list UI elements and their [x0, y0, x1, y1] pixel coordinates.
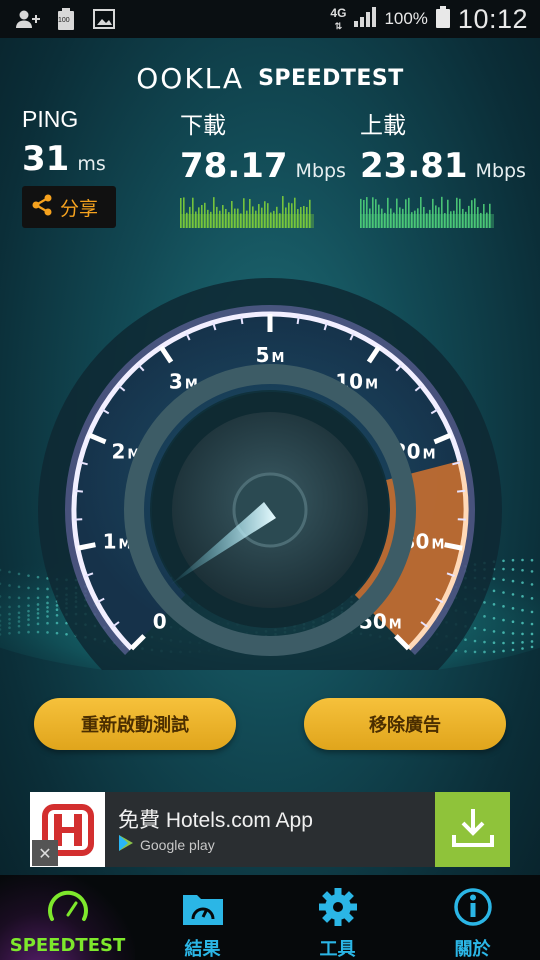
gauge-tick-label: 0 [153, 609, 167, 633]
app-title: SPEEDTEST [258, 65, 404, 91]
download-icon [450, 805, 496, 855]
ad-close-button[interactable]: ✕ [32, 840, 58, 866]
clock: 10:12 [457, 3, 528, 34]
ad-download-button[interactable] [435, 792, 510, 867]
nav-item-results[interactable]: 結果 [135, 875, 270, 960]
add-contact-icon [16, 8, 40, 30]
upload-sparkline [360, 196, 494, 228]
status-bar: 100 4G ⇅ 100% 10:12 [0, 0, 540, 38]
battery-status-label: 100 [58, 17, 70, 24]
nav-label-results: 結果 [184, 939, 221, 960]
bottom-nav: SPEEDTEST 結果 工具 關於 [0, 875, 540, 960]
gauge-minor-tick [240, 315, 244, 325]
image-icon [92, 8, 116, 30]
google-play-label: Google play [140, 837, 215, 853]
gauge-minor-tick [296, 315, 300, 325]
ookla-logo: OOKLA [136, 61, 245, 95]
nav-item-tools[interactable]: 工具 [270, 875, 405, 960]
gauge-major-tick [444, 542, 463, 551]
share-icon [30, 193, 54, 221]
upload-value: 23.81 [360, 146, 468, 186]
battery-percent: 100% [384, 9, 428, 28]
play-store-icon [118, 834, 134, 856]
network-type-label: 4G [330, 5, 347, 20]
speedometer-icon [46, 887, 90, 931]
share-label: 分享 [60, 197, 99, 220]
ad-banner[interactable]: H 免費 Hotels.com App Google play ✕ [30, 792, 510, 867]
network-type-indicator: 4G ⇅ [330, 7, 346, 32]
ping-label: PING [22, 106, 79, 132]
share-button[interactable]: 分享 [22, 186, 116, 228]
download-metric: 下載 78.17 Mbps [180, 106, 346, 186]
speed-gauge: 01 M2 M3 M5 M10 M20 M30 M50 M [0, 278, 540, 670]
upload-metric: 上載 23.81 Mbps [360, 106, 526, 186]
upload-unit: Mbps [475, 160, 526, 182]
download-unit: Mbps [295, 160, 346, 182]
info-icon [451, 887, 495, 931]
nav-item-speedtest[interactable]: SPEEDTEST [0, 875, 135, 960]
nav-label-tools: 工具 [319, 939, 356, 960]
data-arrows-icon: ⇅ [334, 20, 343, 31]
gear-icon [316, 887, 360, 931]
signal-icon [354, 7, 377, 31]
download-value: 78.17 [180, 146, 288, 186]
battery-icon [435, 6, 450, 32]
nav-label-speedtest: SPEEDTEST [9, 935, 126, 956]
gauge-major-tick [77, 542, 96, 551]
download-sparkline [180, 196, 314, 228]
ping-unit: ms [77, 153, 106, 175]
app-header: OOKLA SPEEDTEST [0, 58, 540, 98]
restart-test-button[interactable]: 重新啟動測試 [34, 698, 236, 750]
ad-title: 免費 Hotels.com App [118, 809, 313, 832]
google-play-badge: Google play [118, 834, 215, 856]
gauge-minor-tick [456, 489, 466, 493]
battery-status-icon: 100 [54, 8, 78, 30]
ping-metric: PING 31 ms [22, 106, 106, 179]
folder-gauge-icon [181, 887, 225, 931]
nav-label-about: 關於 [454, 939, 491, 960]
gauge-minor-tick [74, 489, 84, 493]
download-label: 下載 [180, 112, 226, 138]
upload-label: 上載 [360, 112, 406, 138]
nav-item-about[interactable]: 關於 [405, 875, 540, 960]
remove-ads-button[interactable]: 移除廣告 [304, 698, 506, 750]
ping-value: 31 [22, 139, 70, 179]
